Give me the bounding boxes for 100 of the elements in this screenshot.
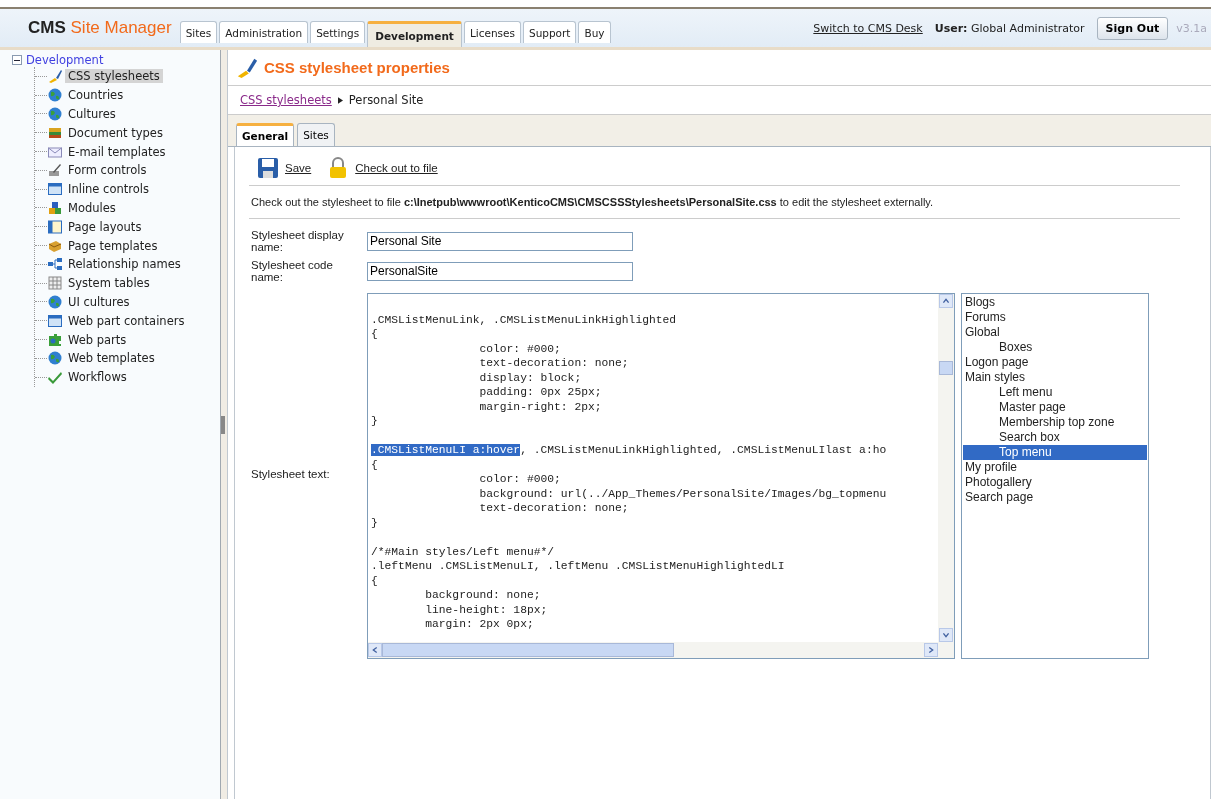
brush-icon [47, 68, 63, 85]
list-item[interactable]: Global [963, 325, 1147, 340]
puzzle-icon [47, 331, 63, 348]
field-label: Stylesheet code name: [250, 259, 334, 283]
list-item[interactable]: Boxes [963, 340, 1147, 355]
tree-item[interactable]: Cultures [65, 107, 119, 121]
tree-item[interactable]: Page templates [65, 238, 161, 253]
nav-tab[interactable]: Administration [219, 21, 309, 43]
tree-item[interactable]: E-mail templates [65, 144, 169, 159]
tree-item[interactable]: Web parts [65, 332, 130, 347]
breadcrumb-current: Personal Site [348, 93, 424, 107]
list-item[interactable]: Top menu [963, 445, 1147, 460]
code-line: } [371, 414, 378, 429]
code-line: color: #000; [478, 341, 561, 356]
scrollbar[interactable] [368, 642, 954, 658]
tree-item[interactable]: Modules [65, 200, 119, 215]
style-list[interactable]: Blogs Forums Global Boxes Logon page Main styles Left menu Master page Membership top zone Search box Top menu My profile Photogallery Search page [961, 293, 1149, 659]
list-item[interactable]: Search box [963, 430, 1147, 445]
list-item[interactable]: My profile [963, 460, 1147, 475]
list-item[interactable]: Membership top zone [963, 415, 1147, 430]
scroll-up-icon[interactable] [939, 294, 953, 308]
code-line: line-height: 18px; [424, 602, 548, 617]
code-line: background: url(../App_Themes/PersonalSite/Images/bg_topmenu [478, 486, 887, 501]
scroll-thumb[interactable] [939, 361, 953, 375]
nav-tab[interactable]: Licenses [463, 21, 521, 43]
code-editor[interactable] [367, 293, 955, 659]
tree-item[interactable]: Web templates [65, 351, 158, 366]
nav-tab[interactable]: Development [367, 21, 462, 47]
window-icon [47, 312, 63, 329]
list-item[interactable]: Main styles [963, 370, 1147, 385]
code-line: margin-right: 2px; [478, 399, 602, 414]
user-info: User: Global Administrator [934, 21, 1085, 35]
nav-tab[interactable]: Support [522, 21, 577, 43]
list-item[interactable]: Left menu [963, 385, 1147, 400]
tree-item[interactable]: Workflows [65, 370, 130, 385]
nodes-icon [47, 256, 63, 273]
cubes-icon [47, 199, 63, 216]
code-line: /*#Main styles/Left menu#*/ [371, 544, 555, 559]
list-item[interactable]: Master page [963, 400, 1147, 415]
tree-item[interactable]: Document types [65, 125, 166, 140]
code-line: padding: 0px 25px; [478, 385, 602, 400]
tree-item[interactable]: Inline controls [65, 182, 152, 197]
code-line: text-decoration: none; [478, 501, 629, 516]
layout-icon [47, 218, 63, 235]
action-link[interactable]: Save [285, 162, 312, 174]
scrollbar[interactable] [938, 294, 954, 642]
globe-icon [47, 106, 63, 122]
page-tab[interactable]: General [236, 123, 295, 146]
scroll-right-icon[interactable] [924, 643, 938, 657]
list-item[interactable]: Blogs [963, 295, 1147, 310]
action-link[interactable]: Check out to file [355, 162, 438, 174]
tree-item[interactable]: Relationship names [65, 257, 184, 272]
code-line: margin: 2px 0px; [424, 617, 534, 632]
code-line: { [371, 573, 378, 588]
tree-item[interactable]: Form controls [65, 163, 150, 178]
sign-out-button[interactable]: Sign Out [1096, 16, 1169, 40]
tree-item[interactable]: Page layouts [65, 219, 145, 234]
code-line: display: block; [478, 370, 582, 385]
scroll-thumb[interactable] [382, 643, 674, 657]
scroll-down-icon[interactable] [939, 628, 953, 642]
field-label: Stylesheet display name: [250, 229, 345, 253]
save-icon [257, 157, 279, 179]
breadcrumb-link[interactable]: CSS stylesheets [240, 93, 332, 107]
list-item[interactable]: Search page [963, 490, 1147, 505]
tree-item[interactable]: UI cultures [65, 294, 133, 309]
code-line: } [371, 515, 378, 530]
code-line: text-decoration: none; [478, 356, 629, 371]
tree-item[interactable]: System tables [65, 276, 153, 291]
field-label: Stylesheet text: [250, 468, 331, 480]
arrow-icon [337, 96, 343, 104]
tree-item[interactable]: CSS stylesheets [65, 69, 163, 84]
page-tab[interactable]: Sites [297, 123, 335, 146]
globe-icon [47, 293, 63, 310]
nav-tab[interactable]: Settings [310, 21, 366, 43]
grid-icon [47, 275, 63, 292]
code-line: .leftMenu .CMSListMenuLI, .leftMenu .CMSListMenuHighlightedLI [371, 559, 785, 574]
globe-icon [47, 87, 63, 104]
nav-tab[interactable]: Buy [578, 21, 611, 43]
app-logo: CMS Site Manager [28, 18, 172, 38]
switch-link[interactable]: Switch to CMS Desk [813, 21, 923, 35]
version-label: v3.1a [1176, 21, 1207, 35]
pen-icon [47, 162, 63, 179]
tree-item[interactable]: Countries [65, 88, 127, 103]
tree-item[interactable]: Development [26, 53, 104, 67]
code-line: background: none; [424, 588, 541, 603]
list-item[interactable]: Photogallery [963, 475, 1147, 490]
code-line: { [371, 327, 378, 342]
list-item[interactable]: Logon page [963, 355, 1147, 370]
code-line: { [371, 457, 378, 472]
collapse-icon[interactable] [12, 55, 22, 65]
brush-icon [236, 56, 258, 79]
list-item[interactable]: Forums [963, 310, 1147, 325]
page-title: CSS stylesheet properties [264, 59, 450, 76]
text-field[interactable]: Personal Site [367, 231, 633, 251]
nav-tab[interactable]: Sites [179, 21, 218, 43]
code-line: .CMSListMenuLink, .CMSListMenuLinkHighlighted [371, 312, 677, 327]
scroll-left-icon[interactable] [368, 643, 382, 657]
text-field[interactable]: PersonalSite [367, 261, 633, 281]
tree-item[interactable]: Web part containers [65, 313, 188, 328]
window-icon [47, 181, 63, 198]
